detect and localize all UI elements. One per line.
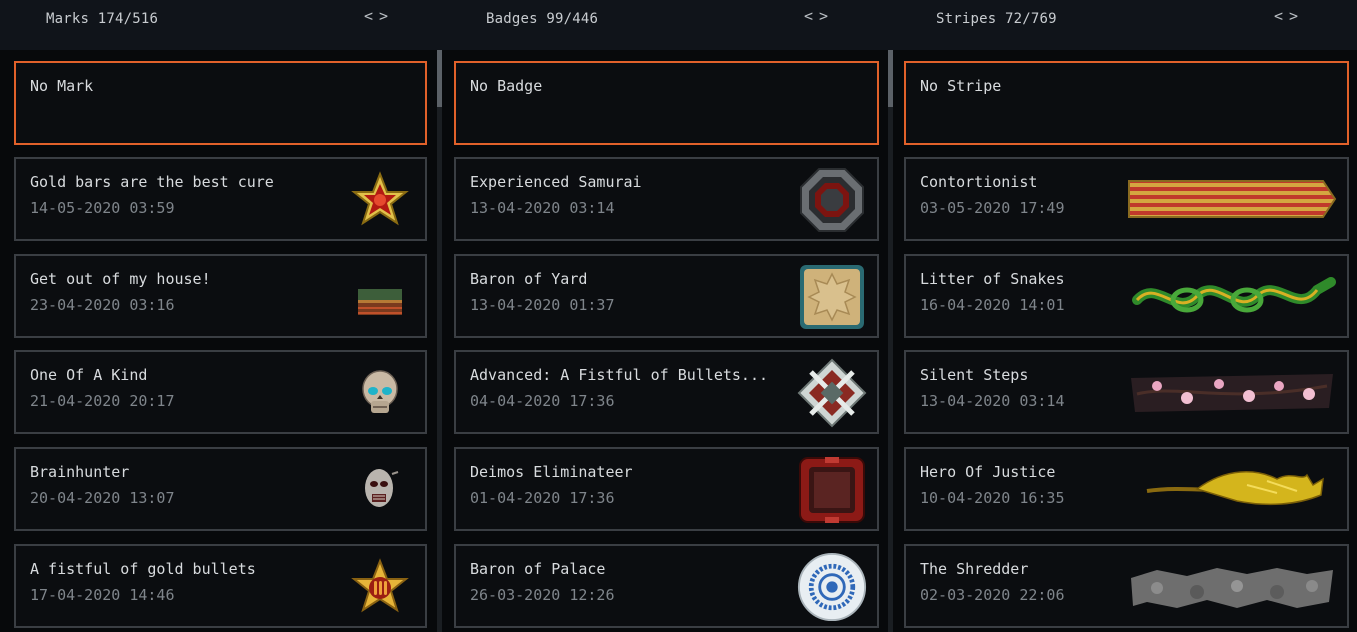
treasure-chest-icon (345, 262, 415, 332)
item-date: 02-03-2020 22:06 (920, 586, 1065, 604)
gold-star-red-cross-icon (345, 165, 415, 235)
marks-title: Marks 174/516 (46, 11, 159, 27)
scrollbar-thumb[interactable] (437, 50, 442, 107)
item-name: Gold bars are the best cure (30, 173, 274, 191)
badges-pager: <> (804, 7, 834, 25)
item-date: 13-04-2020 01:37 (470, 296, 615, 314)
item-date: 14-05-2020 03:59 (30, 199, 175, 217)
item-name: No Badge (470, 77, 543, 95)
marks-pager: <> (364, 7, 394, 25)
stripe-item-none[interactable]: No Stripe (904, 61, 1349, 145)
badge-item[interactable]: Experienced Samurai 13-04-2020 03:14 (454, 157, 879, 241)
stripe-item[interactable]: Silent Steps 13-04-2020 03:14 (904, 350, 1349, 434)
stripes-prev-button[interactable]: < (1274, 7, 1289, 25)
red-square-badge-icon (797, 455, 867, 525)
item-name: One Of A Kind (30, 366, 148, 384)
item-name: Hero Of Justice (920, 463, 1056, 481)
badges-next-button[interactable]: > (819, 7, 834, 25)
mark-item[interactable]: Get out of my house! 23-04-2020 03:16 (14, 254, 427, 338)
crossed-swords-badge-icon (797, 358, 867, 428)
item-name: Advanced: A Fistful of Bullets... (470, 366, 769, 384)
badge-item[interactable]: Deimos Eliminateer 01-04-2020 17:36 (454, 447, 879, 531)
octagon-steel-badge-icon (797, 165, 867, 235)
item-name: Baron of Yard (470, 270, 588, 288)
item-date: 17-04-2020 14:46 (30, 586, 175, 604)
rubble-stripe-icon (1127, 558, 1337, 614)
item-name: Litter of Snakes (920, 270, 1065, 288)
mark-item[interactable]: Brainhunter 20-04-2020 13:07 (14, 447, 427, 531)
stripes-list[interactable]: No Stripe Contortionist 03-05-2020 17:49… (904, 50, 1354, 632)
gold-star-bullets-icon (345, 552, 415, 622)
ornate-skull-icon (345, 358, 415, 428)
badges-list[interactable]: No Badge Experienced Samurai 13-04-2020 … (454, 50, 882, 632)
item-name: No Mark (30, 77, 94, 95)
striped-ribbon-icon (1127, 171, 1337, 227)
cherry-blossom-stripe-icon (1127, 364, 1337, 420)
mark-item[interactable]: One Of A Kind 21-04-2020 20:17 (14, 350, 427, 434)
badges-prev-button[interactable]: < (804, 7, 819, 25)
item-date: 13-04-2020 03:14 (920, 392, 1065, 410)
stripe-item[interactable]: Contortionist 03-05-2020 17:49 (904, 157, 1349, 241)
badge-item[interactable]: Advanced: A Fistful of Bullets... 04-04-… (454, 350, 879, 434)
item-name: Brainhunter (30, 463, 130, 481)
marks-scrollbar[interactable] (437, 50, 442, 632)
item-date: 13-04-2020 03:14 (470, 199, 615, 217)
porcelain-plate-badge-icon (797, 552, 867, 622)
stripes-pager: <> (1274, 7, 1304, 25)
item-name: The Shredder (920, 560, 1029, 578)
marks-prev-button[interactable]: < (364, 7, 379, 25)
item-date: 01-04-2020 17:36 (470, 489, 615, 507)
badges-title: Badges 99/446 (486, 11, 599, 27)
badges-scrollbar[interactable] (888, 50, 893, 632)
marks-list[interactable]: No Mark Gold bars are the best cure 14-0… (14, 50, 434, 632)
item-date: 23-04-2020 03:16 (30, 296, 175, 314)
badge-item[interactable]: Baron of Yard 13-04-2020 01:37 (454, 254, 879, 338)
green-snakes-stripe-icon (1127, 268, 1337, 324)
item-name: Baron of Palace (470, 560, 606, 578)
scrollbar-thumb[interactable] (888, 50, 893, 107)
mark-item-none[interactable]: No Mark (14, 61, 427, 145)
badge-item[interactable]: Baron of Palace 26-03-2020 12:26 (454, 544, 879, 628)
item-name: A fistful of gold bullets (30, 560, 256, 578)
item-date: 21-04-2020 20:17 (30, 392, 175, 410)
mark-item[interactable]: A fistful of gold bullets 17-04-2020 14:… (14, 544, 427, 628)
parchment-star-badge-icon (797, 262, 867, 332)
item-date: 10-04-2020 16:35 (920, 489, 1065, 507)
gold-bat-stripe-icon (1127, 461, 1337, 517)
item-name: Deimos Eliminateer (470, 463, 633, 481)
item-name: Get out of my house! (30, 270, 211, 288)
item-date: 03-05-2020 17:49 (920, 199, 1065, 217)
item-name: Silent Steps (920, 366, 1029, 384)
item-date: 16-04-2020 14:01 (920, 296, 1065, 314)
stripe-item[interactable]: Hero Of Justice 10-04-2020 16:35 (904, 447, 1349, 531)
item-date: 26-03-2020 12:26 (470, 586, 615, 604)
stripe-item[interactable]: The Shredder 02-03-2020 22:06 (904, 544, 1349, 628)
zombie-head-icon (345, 455, 415, 525)
item-name: Experienced Samurai (470, 173, 642, 191)
stripes-title: Stripes 72/769 (936, 11, 1057, 27)
collection-header: Marks 174/516 <> Badges 99/446 <> Stripe… (0, 0, 1357, 50)
stripes-next-button[interactable]: > (1289, 7, 1304, 25)
item-name: Contortionist (920, 173, 1038, 191)
stripe-item[interactable]: Litter of Snakes 16-04-2020 14:01 (904, 254, 1349, 338)
item-date: 04-04-2020 17:36 (470, 392, 615, 410)
item-date: 20-04-2020 13:07 (30, 489, 175, 507)
mark-item[interactable]: Gold bars are the best cure 14-05-2020 0… (14, 157, 427, 241)
marks-next-button[interactable]: > (379, 7, 394, 25)
badge-item-none[interactable]: No Badge (454, 61, 879, 145)
item-name: No Stripe (920, 77, 1002, 95)
